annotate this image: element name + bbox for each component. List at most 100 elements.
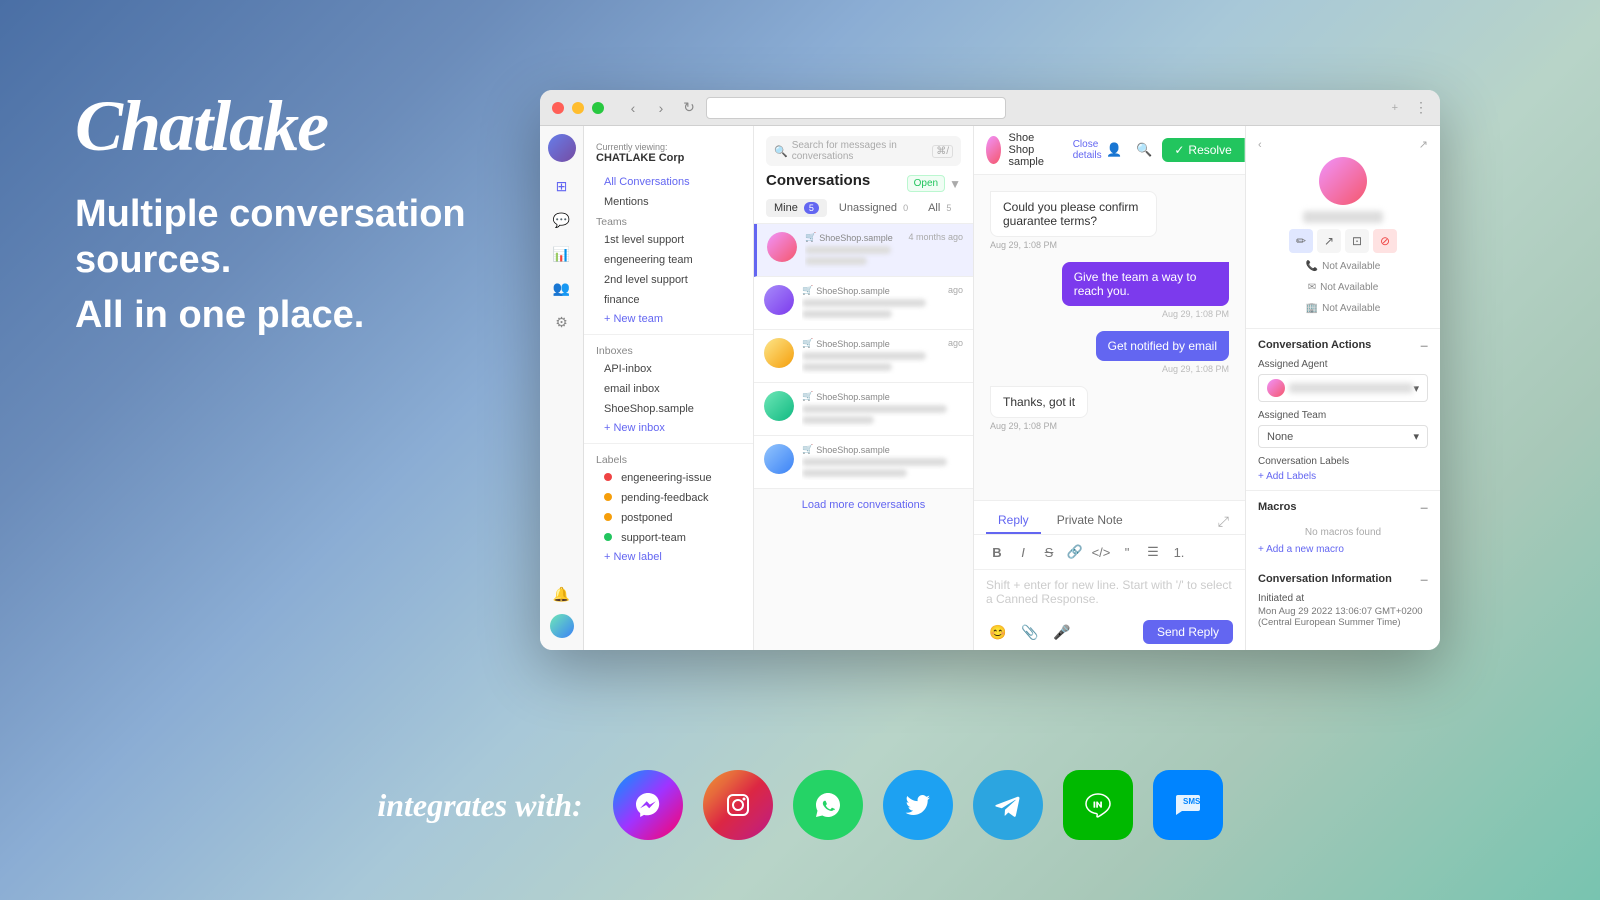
line-icon[interactable] [1063,770,1133,840]
settings-icon[interactable]: ⚙ [548,308,576,336]
reply-tab[interactable]: Reply [986,509,1041,534]
conversations-title: Conversations [766,172,870,189]
resolve-dropdown-button[interactable]: ▾ [1244,138,1245,162]
chat-icon[interactable]: 💬 [548,206,576,234]
sms-icon[interactable]: SMS [1153,770,1223,840]
instagram-icon[interactable] [703,770,773,840]
rp-action-3[interactable]: ⊡ [1345,229,1369,253]
message-text-3: Get notified by email [1096,331,1229,361]
label-pending-feedback[interactable]: pending-feedback [584,488,753,508]
conv-item-1[interactable]: 🛒 ShoeShop.sample 4 months ago [754,224,973,277]
italic-button[interactable]: I [1012,541,1034,563]
panel-divider-2 [584,443,753,444]
attachment-button[interactable]: 📎 [1018,620,1042,644]
close-window-button[interactable] [552,102,564,114]
assigned-agent-select[interactable]: ▾ [1258,374,1428,402]
user-avatar[interactable] [550,614,574,638]
composer-input-area[interactable]: Shift + enter for new line. Start with '… [974,570,1245,614]
new-inbox-button[interactable]: + New inbox [584,419,753,437]
label-dot-amber2 [604,513,612,521]
quote-button[interactable]: " [1116,541,1138,563]
filter-icon[interactable]: ▼ [949,177,961,191]
tab-mine[interactable]: Mine 5 [766,199,827,217]
resolve-button[interactable]: ✓ Resolve [1162,138,1243,162]
rp-action-1[interactable]: ✏ [1289,229,1313,253]
rp-action-2[interactable]: ↗ [1317,229,1341,253]
whatsapp-icon[interactable] [793,770,863,840]
expand-icon[interactable]: ⤢ [1214,509,1233,534]
team-engineering[interactable]: engeneering team [584,250,753,270]
app-logo: Chatlake [75,90,565,162]
conv-item-3[interactable]: 🛒 ShoeShop.sample ago [754,330,973,383]
reports-icon[interactable]: 📊 [548,240,576,268]
load-more-button[interactable]: Load more conversations [754,489,973,521]
code-button[interactable]: </> [1090,541,1112,563]
conv-time-3: ago [948,338,963,374]
tagline-2: All in one place. [75,293,565,339]
assigned-team-select[interactable]: None ▾ [1258,425,1428,448]
team-finance[interactable]: finance [584,290,753,310]
external-link-icon[interactable]: ↗ [1419,138,1428,151]
close-details-link[interactable]: Close details [1073,139,1103,161]
macros-section: Macros – No macros found + Add a new mac… [1246,491,1440,563]
ordered-list-button[interactable]: 1. [1168,541,1190,563]
link-button[interactable]: 🔗 [1064,541,1086,563]
tab-all[interactable]: All 5 [920,199,959,217]
address-bar [706,97,1006,119]
chat-area: Shoe Shop sample Close details 👤 🔍 ✓ Res… [974,126,1245,650]
search-bar[interactable]: 🔍 Search for messages in conversations ⌘… [766,136,961,166]
conv-item-2[interactable]: 🛒 ShoeShop.sample ago [754,277,973,330]
emoji-button[interactable]: 😊 [986,620,1010,644]
no-macros-text: No macros found [1258,521,1428,544]
browser-menu-icon[interactable]: ⋮ [1414,99,1428,116]
inbox-email[interactable]: email inbox [584,379,753,399]
back-button[interactable]: ‹ [622,97,644,119]
team-1st-level[interactable]: 1st level support [584,230,753,250]
minimize-window-button[interactable] [572,102,584,114]
message-incoming-2: Thanks, got it Aug 29, 1:08 PM [990,386,1088,431]
search-chat-icon[interactable]: 🔍 [1132,138,1156,162]
conv-preview-blurred-1 [805,257,867,265]
maximize-window-button[interactable] [592,102,604,114]
conv-item-5[interactable]: 🛒 ShoeShop.sample [754,436,973,489]
forward-button[interactable]: › [650,97,672,119]
conv-source-5: 🛒 ShoeShop.sample [802,444,963,455]
macros-toggle[interactable]: – [1420,499,1428,515]
notification-icon[interactable]: 🔔 [548,580,576,608]
conv-item-4[interactable]: 🛒 ShoeShop.sample [754,383,973,436]
add-macro-button[interactable]: + Add a new macro [1258,544,1428,555]
refresh-button[interactable]: ↻ [678,97,700,119]
conv-source-2: 🛒 ShoeShop.sample [802,285,940,296]
composer-toolbar: B I S 🔗 </> " ☰ 1. [974,535,1245,570]
audio-button[interactable]: 🎤 [1050,620,1074,644]
add-labels-button[interactable]: + Add Labels [1258,471,1428,482]
mentions-item[interactable]: Mentions [584,192,753,212]
telegram-icon[interactable] [973,770,1043,840]
rp-action-block[interactable]: ⊘ [1373,229,1397,253]
contacts-icon[interactable]: 👥 [548,274,576,302]
strikethrough-button[interactable]: S [1038,541,1060,563]
inbox-shoeshop[interactable]: ShoeShop.sample [584,399,753,419]
label-engineering-issue[interactable]: engeneering-issue [584,468,753,488]
list-button[interactable]: ☰ [1142,541,1164,563]
label-postponed[interactable]: postponed [584,508,753,528]
bold-button[interactable]: B [986,541,1008,563]
label-support-team[interactable]: support-team [584,528,753,548]
team-2nd-level[interactable]: 2nd level support [584,270,753,290]
conv-actions-toggle[interactable]: – [1420,337,1428,353]
tab-unassigned[interactable]: Unassigned 0 [831,199,916,217]
send-reply-button[interactable]: Send Reply [1143,620,1233,644]
all-conversations-item[interactable]: All Conversations [584,172,753,192]
private-note-tab[interactable]: Private Note [1045,509,1135,534]
conv-info-toggle[interactable]: – [1420,571,1428,587]
open-status-badge[interactable]: Open [907,175,945,192]
contact-avatar [986,136,1001,164]
new-label-button[interactable]: + New label [584,548,753,566]
expand-contact-icon[interactable]: ‹ [1258,139,1262,151]
contact-icon[interactable]: 👤 [1102,138,1126,162]
home-icon[interactable]: ⊞ [548,172,576,200]
messenger-icon[interactable] [613,770,683,840]
inbox-api[interactable]: API-inbox [584,359,753,379]
twitter-icon[interactable] [883,770,953,840]
new-team-button[interactable]: + New team [584,310,753,328]
